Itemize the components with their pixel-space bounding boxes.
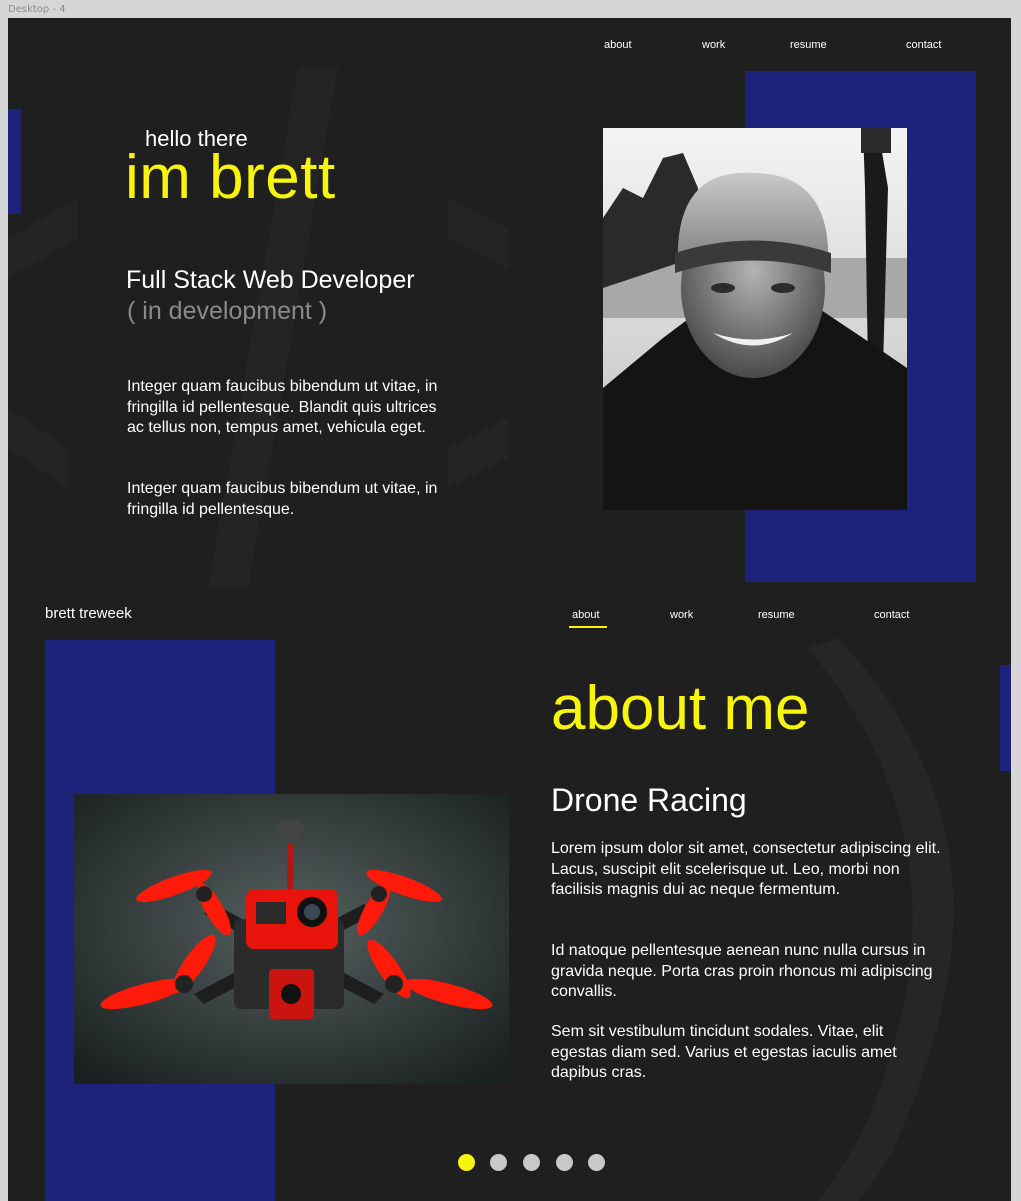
carousel-dot[interactable] <box>588 1154 605 1171</box>
nav-about[interactable]: about <box>572 609 600 621</box>
carousel-dot[interactable] <box>490 1154 507 1171</box>
about-nav: about work resume contact <box>8 588 1011 628</box>
nav-resume[interactable]: resume <box>790 39 827 51</box>
left-edge-accent <box>8 109 21 214</box>
carousel-dot[interactable] <box>458 1154 475 1171</box>
nav-contact[interactable]: contact <box>874 609 909 621</box>
role-note: ( in development ) <box>127 297 328 325</box>
nav-resume[interactable]: resume <box>758 609 795 621</box>
hero-nav: about work resume contact <box>8 18 1011 58</box>
about-paragraph-1: Lorem ipsum dolor sit amet, consectetur … <box>551 840 941 898</box>
nav-contact[interactable]: contact <box>906 39 941 51</box>
frame-label: Desktop - 4 <box>8 4 66 15</box>
hero-paragraph-1: Integer quam faucibus bibendum ut vitae,… <box>127 378 438 436</box>
portrait-photo <box>603 128 907 510</box>
active-nav-indicator <box>569 626 607 628</box>
section-subtitle: Drone Racing <box>551 782 747 818</box>
carousel-dot[interactable] <box>523 1154 540 1171</box>
about-paragraph-3: Sem sit vestibulum tincidunt sodales. Vi… <box>551 1023 897 1081</box>
drone-photo <box>74 794 509 1084</box>
about-paragraph-2: Id natoque pellentesque aenean nunc null… <box>551 942 933 1000</box>
nav-work[interactable]: work <box>702 39 725 51</box>
hero-paragraph-2: Integer quam faucibus bibendum ut vitae,… <box>127 480 438 518</box>
nav-work[interactable]: work <box>670 609 693 621</box>
desktop-canvas: about work resume contact hello there im… <box>8 18 1011 1201</box>
nav-about[interactable]: about <box>604 39 632 51</box>
about-title: about me <box>551 674 810 743</box>
role-title: Full Stack Web Developer <box>126 266 415 294</box>
hero-name: im brett <box>125 143 336 212</box>
carousel-dot[interactable] <box>556 1154 573 1171</box>
